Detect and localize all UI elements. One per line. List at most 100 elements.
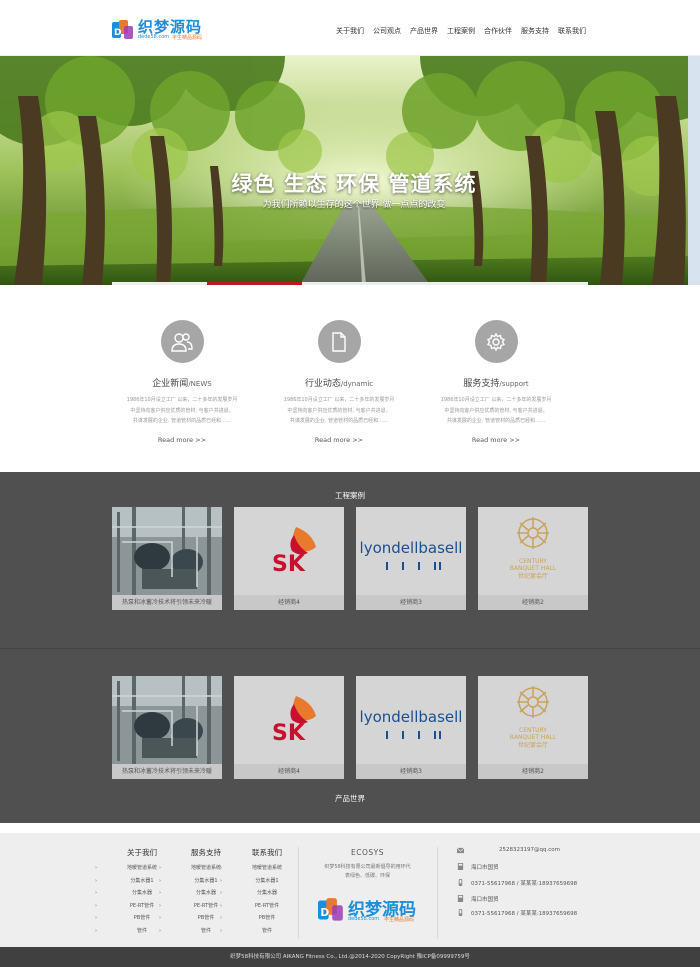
feature-description: 1986年10月设立工厂 以来，二十多年的发展岁月 中坚持向客户供应优质的管材, … [126,397,238,424]
footer-link[interactable]: › PE-RT管件 [95,900,172,913]
chevron-right-icon: › [95,927,97,934]
footer-link[interactable]: › 分集水器 [159,887,236,900]
card-label: 经销商3 [356,595,466,610]
feature-icon-circle[interactable] [160,320,204,363]
svg-text:CENTURY: CENTURY [519,558,547,565]
card-label: 经销商4 [234,595,344,610]
footer-divider [298,847,299,939]
phone-icon [458,909,463,916]
hero-banner[interactable]: 绿色 生态 环保 管道系统 为我们所赖以生存的这个世界 做一点点的改变 [0,56,700,285]
logo-domain: dede58.com [138,34,170,40]
product-card[interactable]: CENTURY BANQUET HALL 世纪宴会厅 经销商2 [478,676,588,779]
chevron-right-icon: › [95,915,97,921]
nav-cases[interactable]: 工程案例 [447,26,475,36]
footer-link[interactable]: › PB管件 [220,912,297,925]
product-card[interactable]: SK 经销商4 [234,676,344,779]
svg-text:lyondellbasell: lyondellbasell [360,539,463,557]
banner-title: 绿色 生态 环保 管道系统 [231,172,477,196]
logo-mark-icon: D [112,20,133,39]
logo-tagline: 丰生精品源码 [172,35,203,41]
feature-dynamic: 行业动态/dynamic 1986年10月设立工厂 以来，二十多年的发展岁月 中坚… [269,320,409,446]
svg-text:SK: SK [272,721,306,746]
footer-link[interactable]: › 分集水器 [95,887,172,900]
svg-text:SK: SK [272,552,306,577]
read-more-link[interactable]: Read more >> [472,436,520,444]
nav-views[interactable]: 公司观点 [373,26,401,36]
footer-link[interactable]: › 管件 [95,925,172,938]
footer-link[interactable]: › 地暖管道系统 [159,862,236,875]
svg-text:D: D [320,906,329,919]
footer-link[interactable]: › 地暖管道系统 [95,862,172,875]
phone-icon [458,879,463,886]
feature-support: 服务支持/support 1986年10月设立工厂 以来，二十多年的发展岁月 中坚… [426,320,566,446]
chevron-right-icon: › [220,890,222,896]
footer-logo[interactable]: D 织梦源码 dede58.com 丰生精品源码 [318,895,428,927]
users-icon [171,332,193,352]
nav-contact[interactable]: 联系我们 [558,26,586,36]
chevron-right-icon: › [95,865,97,871]
footer-link[interactable]: › PE-RT管件 [159,900,236,913]
chevron-right-icon: › [220,865,222,871]
case-card[interactable]: 热泵和冰蓄冷技术将引领未来冷暖 [112,507,222,610]
read-more-link[interactable]: Read more >> [315,436,363,444]
read-more-link[interactable]: Read more >> [158,436,206,444]
case-card[interactable]: lyondellbasell 经销商3 [356,507,466,610]
banner-subtitle: 为我们所赖以生存的这个世界 做一点点的改变 [262,200,446,210]
product-card[interactable]: 热泵和冰蓄冷技术将引领未来冷暖 [112,676,222,779]
copyright-bar: 织梦58科技有限公司 AIKANG Fitness Co., Ltd.@2014… [0,947,700,967]
svg-text:BANQUET HALL: BANQUET HALL [510,734,557,741]
footer-link[interactable]: › 分集水器1 [220,875,297,888]
footer-link[interactable]: › 分集水器1 [95,875,172,888]
lyondellbasell-logo: lyondellbasell [356,507,466,595]
case-card[interactable]: SK 经销商4 [234,507,344,610]
footer-column-heading: 关于我们 [127,848,157,857]
location-icon [457,863,464,870]
chevron-right-icon: › [95,877,97,884]
svg-text:D: D [114,28,121,38]
feature-icon-circle[interactable] [317,320,361,363]
chevron-right-icon: › [220,927,222,934]
footer-link[interactable]: › PB管件 [95,912,172,925]
nav-about[interactable]: 关于我们 [336,26,364,36]
footer-link[interactable]: › PB管件 [159,912,236,925]
feature-description: 1986年10月设立工厂 以来，二十多年的发展岁月 中坚持向客户供应优质的管材, … [440,397,552,424]
svg-text:lyondellbasell: lyondellbasell [360,708,463,726]
card-label: 经销商2 [478,595,588,610]
footer-link[interactable]: › PE-RT管件 [220,900,297,913]
svg-text:BANQUET HALL: BANQUET HALL [510,565,557,572]
footer-column-contact: 联系我们 › 地暖管道系统 › 分集水器1 › 分集水器 › PE-RT管件 › PB管件… [220,847,297,938]
footer-link[interactable]: › 管件 [159,925,236,938]
feature-title: 行业动态/dynamic [304,379,374,389]
footer-link[interactable]: › 管件 [220,925,297,938]
gear-icon [486,332,506,351]
location-icon [457,895,464,902]
case-card[interactable]: CENTURY BANQUET HALL 世纪宴会厅 经销商2 [478,507,588,610]
footer-link[interactable]: › 分集水器1 [159,875,236,888]
footer-column-support: 服务支持 › 地暖管道系统 › 分集水器1 › 分集水器 › PE-RT管件 › PB管件… [159,847,236,938]
site-footer: 关于我们 › 地暖管道系统 › 分集水器1 › 分集水器 › PE-RT管件 › PB管件… [0,833,700,947]
chevron-right-icon: › [220,877,222,884]
nav-partners[interactable]: 合作伙伴 [484,26,512,36]
footer-link[interactable]: › 分集水器 [220,887,297,900]
card-label: 热泵和冰蓄冷技术将引领未来冷暖 [112,764,222,779]
feature-news: 企业新闻/NEWS 1986年10月设立工厂 以来，二十多年的发展岁月 中坚持向客… [112,320,252,446]
machinery-photo [112,507,222,595]
feature-icon-circle[interactable] [474,320,518,363]
century-banquet-hall-logo: CENTURY BANQUET HALL 世纪宴会厅 [478,676,588,764]
site-logo[interactable]: D 织梦源码 dede58.com 丰生精品源码 [112,18,212,44]
chevron-right-icon: › [95,890,97,896]
svg-text:CENTURY: CENTURY [519,727,547,734]
section-title: 工程案例 [335,491,365,500]
footer-logo-domain: dede58.com [348,916,380,922]
site-header: D 织梦源码 dede58.com 丰生精品源码 关于我们 公司观点 产品世界 … [0,0,700,56]
nav-products[interactable]: 产品世界 [410,26,438,36]
card-label: 经销商2 [478,764,588,779]
chevron-right-icon: › [159,902,161,909]
svg-text:世纪宴会厅: 世纪宴会厅 [518,572,548,580]
cases-section: 工程案例 热泵和冰蓄冷技术将引领未来冷暖 SK 经销商4 lyondellbas… [0,472,700,648]
chevron-right-icon: › [159,890,161,896]
nav-support[interactable]: 服务支持 [521,26,549,36]
footer-link[interactable]: › 地暖管道系统 [220,862,297,875]
eco-heading: ECOSYS [351,848,384,857]
product-card[interactable]: lyondellbasell 经销商3 [356,676,466,779]
